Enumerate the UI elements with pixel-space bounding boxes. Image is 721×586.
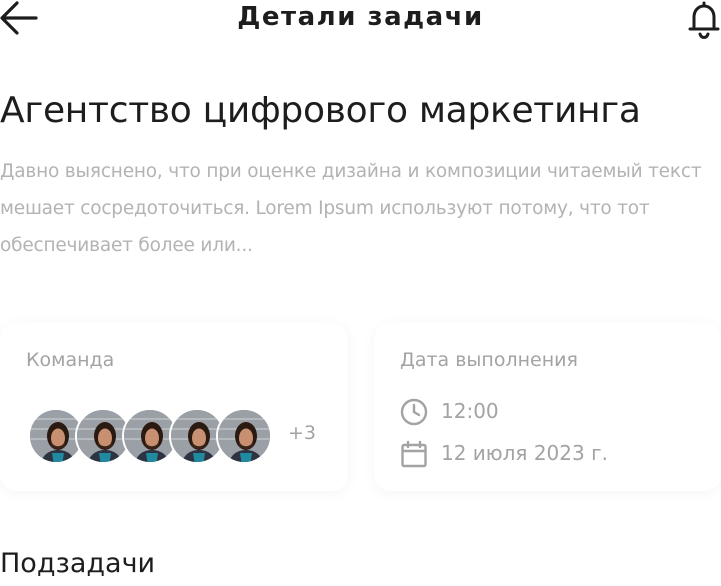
more-members-count[interactable]: +3	[288, 422, 316, 444]
clock-icon	[400, 398, 428, 426]
task-description: Давно выяснено, что при оценке дизайна и…	[0, 161, 702, 256]
calendar-icon	[401, 440, 427, 468]
subtasks-title: Подзадачи	[0, 548, 156, 579]
avatar[interactable]	[216, 408, 272, 464]
bell-icon	[688, 1, 720, 39]
page-title: Детали задачи	[237, 2, 484, 32]
team-label: Команда	[26, 349, 115, 371]
team-card[interactable]: Команда +3	[0, 323, 348, 491]
due-date-card[interactable]: Дата выполнения 12:00 12 июля 2023 г.	[374, 323, 721, 491]
due-date-label: Дата выполнения	[400, 349, 578, 371]
due-time: 12:00	[441, 399, 499, 423]
notifications-button[interactable]	[687, 0, 721, 40]
task-title: Агентство цифрового маркетинга	[0, 90, 641, 131]
due-date: 12 июля 2023 г.	[441, 441, 608, 465]
app-header: Детали задачи	[0, 0, 721, 40]
